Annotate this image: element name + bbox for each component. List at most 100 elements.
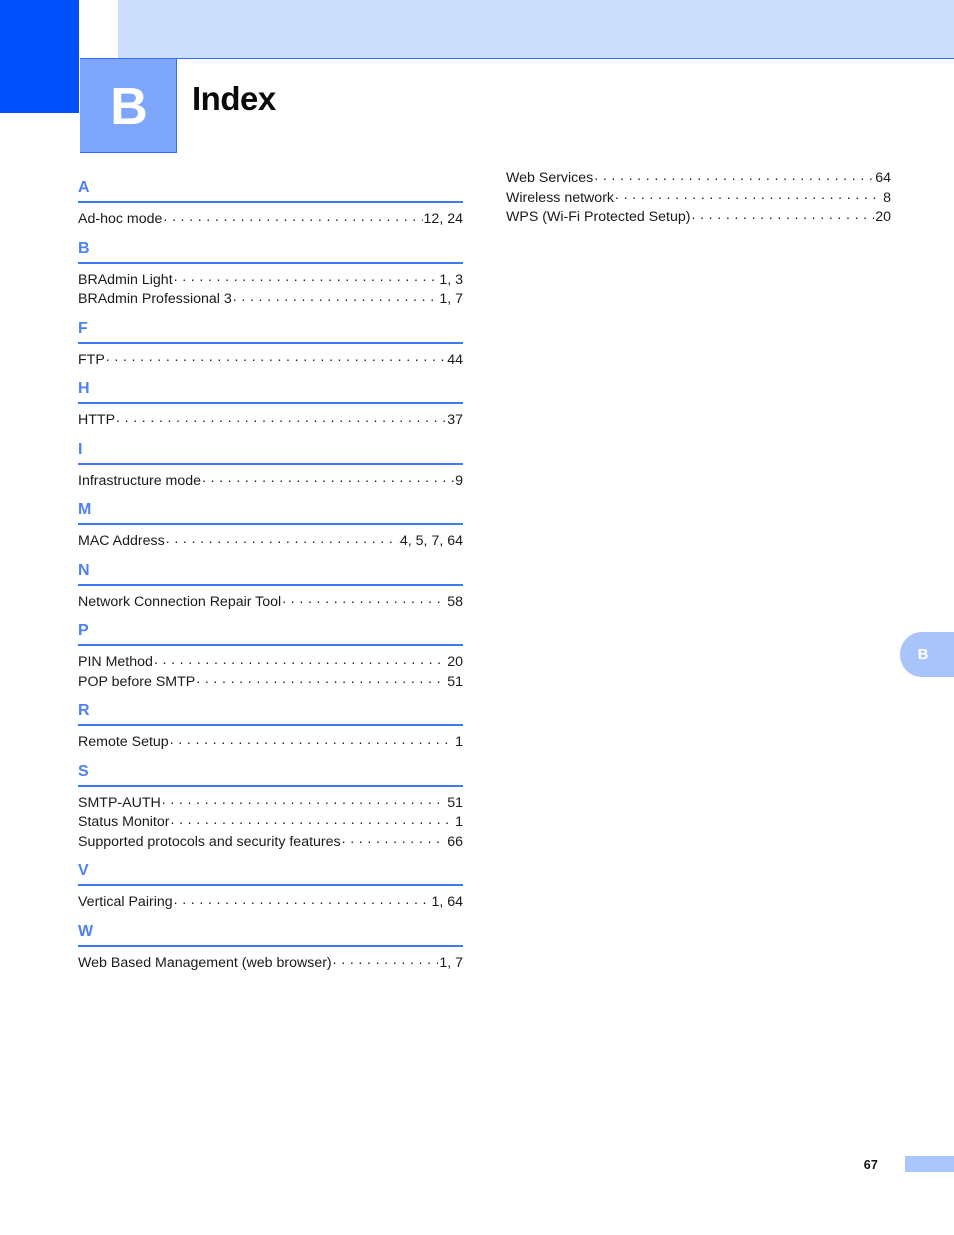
index-entry-pages: 4, 5, 7, 64 <box>399 533 463 549</box>
chapter-badge: B <box>80 58 177 153</box>
index-entry-title: FTP <box>78 351 105 368</box>
group-rule <box>78 462 463 465</box>
index-entry-leader <box>342 832 447 846</box>
group-letter: N <box>78 561 90 579</box>
index-entry-pages: 37 <box>447 412 463 428</box>
index-entry-leader <box>174 270 439 284</box>
index-entry-pages: 66 <box>447 833 463 850</box>
index-page: B Index A Ad-hoc mode 12, 24 B BRAdmin Light… <box>0 0 954 1235</box>
letter-group: S SMTP-AUTH 51 Status Monitor 1 Supported pro… <box>78 752 463 852</box>
index-entry-title: Web Based Management (web browser) <box>78 954 332 971</box>
group-letter: B <box>78 239 90 257</box>
index-entry-leader <box>196 672 446 686</box>
page-number: 67 <box>863 1158 878 1172</box>
group-letter: M <box>78 501 92 518</box>
index-entry-title: Supported protocols and security feature… <box>78 833 341 850</box>
group-rule <box>78 341 463 344</box>
footer-accent-bar <box>905 1156 954 1172</box>
letter-group: B BRAdmin Light1, 3BRAdmin Professional 3… <box>78 229 463 309</box>
index-entry[interactable]: FTP 44 <box>78 350 463 370</box>
letter-group: A Ad-hoc mode 12, 24 <box>78 168 463 229</box>
index-entry-leader <box>116 410 446 424</box>
group-letter: F <box>78 319 88 337</box>
letter-group: H HTTP 37 <box>78 369 463 430</box>
index-entry[interactable]: MAC Address 4, 5, 7, 64 <box>78 531 463 551</box>
index-entry[interactable]: Ad-hoc mode 12, 24 <box>78 209 463 229</box>
group-rule <box>78 784 463 787</box>
index-entry-leader <box>174 892 431 906</box>
group-letter: P <box>78 622 89 639</box>
index-entry-title: Ad-hoc mode <box>78 211 163 227</box>
index-entry-leader <box>233 289 439 303</box>
group-letter: I <box>78 440 83 458</box>
index-entry[interactable]: HTTP 37 <box>78 410 463 430</box>
header-light-band <box>118 0 954 58</box>
chapter-letter: B <box>110 77 148 136</box>
index-entry[interactable]: Wireless network 8 <box>506 188 891 208</box>
index-entry-title: HTTP <box>78 412 116 428</box>
page-title: Index <box>192 80 276 117</box>
group-letter: R <box>78 702 90 719</box>
index-entry-leader <box>594 168 874 182</box>
index-entry[interactable]: PIN Method 20 <box>78 652 463 672</box>
index-entry-leader <box>282 592 446 606</box>
index-entry[interactable]: Supported protocols and security feature… <box>78 832 463 852</box>
index-entry-leader <box>202 471 454 485</box>
header-rule <box>118 58 954 59</box>
index-entry[interactable]: Vertical Pairing 1, 64 <box>78 892 463 912</box>
index-entry-title: Infrastructure mode <box>78 472 202 489</box>
index-entry-pages: 8 <box>883 189 891 206</box>
index-entry-pages: 1 <box>455 814 463 830</box>
index-entry-title: SMTP-AUTH <box>78 794 161 811</box>
index-entry-pages: 1, 7 <box>439 954 463 971</box>
group-rule <box>78 944 463 947</box>
index-entry-leader <box>170 812 454 826</box>
index-entry-title: Vertical Pairing <box>78 894 173 910</box>
group-rule <box>78 644 463 646</box>
index-entry-title: WPS (Wi-Fi Protected Setup) <box>506 209 691 225</box>
index-entry-leader <box>166 531 399 545</box>
index-entry[interactable]: Status Monitor 1 <box>78 812 463 832</box>
letter-group: I Infrastructure mode 9 <box>78 430 463 491</box>
index-entry-pages: 20 <box>447 654 463 670</box>
index-entry[interactable]: POP before SMTP 51 <box>78 672 463 692</box>
group-letter: W <box>78 922 94 940</box>
index-column-right: Web Services 64 Wireless network8WPS (Wi-F… <box>506 168 891 227</box>
index-entry-leader <box>106 350 446 364</box>
group-rule <box>78 724 463 726</box>
index-entry-pages: 58 <box>447 593 463 610</box>
index-entry[interactable]: SMTP-AUTH 51 <box>78 793 463 813</box>
index-entry[interactable]: Web Services 64 <box>506 168 891 188</box>
index-entry-title: PIN Method <box>78 654 153 670</box>
letter-group: P PIN Method 20 POP before SMTP 51 <box>78 611 463 691</box>
group-rule <box>78 201 463 203</box>
index-entry[interactable]: Network Connection Repair Tool 58 <box>78 592 463 612</box>
index-entry[interactable]: Infrastructure mode 9 <box>78 471 463 491</box>
group-rule <box>78 402 463 404</box>
index-entry-pages: 44 <box>447 351 463 368</box>
index-entry[interactable]: BRAdmin Professional 3 1, 7 <box>78 289 463 309</box>
group-rule <box>78 583 463 586</box>
index-entry-leader <box>333 953 439 967</box>
index-entry-title: Web Services <box>506 170 594 186</box>
index-entry[interactable]: BRAdmin Light 1, 3 <box>78 270 463 290</box>
index-entry-leader <box>691 207 874 221</box>
letter-group: M MAC Address 4, 5, 7, 64 <box>78 490 463 551</box>
index-entry-title: Network Connection Repair Tool <box>78 593 282 610</box>
index-entry-pages: 51 <box>447 794 463 811</box>
letter-group: Web Services 64 Wireless network8WPS (Wi-F… <box>506 168 891 227</box>
index-entry-pages: 1, 3 <box>439 271 463 288</box>
letter-group: N Network Connection Repair Tool 58 <box>78 551 463 612</box>
index-entry-pages: 1 <box>455 734 463 750</box>
index-entry[interactable]: Web Based Management (web browser) 1, 7 <box>78 953 463 973</box>
group-rule <box>78 261 463 264</box>
index-entry-leader <box>615 188 882 202</box>
index-entry[interactable]: WPS (Wi-Fi Protected Setup) 20 <box>506 207 891 227</box>
side-thumb-tab: B <box>900 632 954 677</box>
index-entry-pages: 64 <box>875 170 891 186</box>
index-entry[interactable]: Remote Setup 1 <box>78 732 463 752</box>
index-entry-pages: 1, 7 <box>439 291 463 307</box>
group-rule <box>78 884 463 886</box>
index-entry-title: Status Monitor <box>78 814 170 830</box>
index-entry-title: MAC Address <box>78 533 165 549</box>
